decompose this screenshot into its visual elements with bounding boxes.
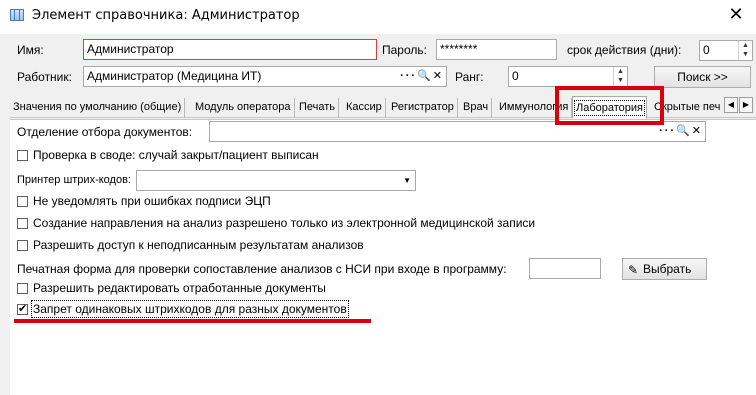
validity-stepper[interactable]: 0 ▲ ▼	[699, 40, 753, 61]
allow-unsigned-checkbox[interactable]	[17, 240, 28, 251]
no-notify-ecp-label: Не уведомлять при ошибках подписи ЭЦП	[33, 194, 271, 208]
tab-registrar[interactable]: Регистратор	[388, 98, 458, 118]
highlight-box	[555, 86, 664, 125]
no-notify-ecp-checkbox[interactable]	[17, 196, 28, 207]
rank-spin[interactable]: ▲ ▼	[613, 67, 627, 86]
tab-cashier[interactable]: Кассир	[343, 98, 386, 118]
title-bar: Элемент справочника: Администратор ✕	[0, 0, 756, 34]
worker-label: Работник:	[17, 70, 72, 84]
table-icon	[10, 9, 24, 21]
window-title: Элемент справочника: Администратор	[32, 8, 300, 23]
tab-scroll-right-icon[interactable]: ▶	[739, 97, 753, 113]
worker-field[interactable]: Администратор (Медицина ИТ) ···🔍✕	[83, 66, 447, 87]
validity-value: 0	[703, 43, 710, 57]
rank-value: 0	[512, 69, 519, 83]
validity-spin[interactable]: ▲ ▼	[738, 41, 752, 60]
printer-select[interactable]: ▼	[136, 170, 416, 191]
worker-lookup-icons[interactable]: ···🔍✕	[400, 69, 444, 85]
dept-lookup-icons[interactable]: ···🔍✕	[659, 124, 703, 140]
tab-defaults[interactable]: Значения по умолчанию (общие)	[10, 98, 186, 118]
chevron-down-icon[interactable]: ▼	[403, 176, 411, 185]
tab-doctor[interactable]: Врач	[460, 98, 493, 118]
dept-label: Отделение отбора документов:	[17, 125, 193, 139]
forbid-same-barcodes-label: Запрет одинаковых штрихкодов для разных …	[31, 300, 349, 318]
print-form-label: Печатная форма для проверки сопоставлени…	[17, 262, 507, 276]
create-direction-checkbox[interactable]	[17, 218, 28, 229]
name-field[interactable]: Администратор	[83, 39, 377, 60]
edit-icon: ✎	[628, 263, 639, 277]
password-field[interactable]: ********	[436, 39, 557, 60]
rank-stepper[interactable]: 0 ▲ ▼	[508, 66, 628, 87]
print-form-field[interactable]	[529, 258, 601, 279]
allow-edit-label: Разрешить редактировать отработанные док…	[33, 281, 326, 295]
name-label: Имя:	[17, 43, 44, 57]
printer-label: Принтер штрих-кодов:	[17, 174, 131, 186]
spin-up-icon[interactable]: ▲	[739, 41, 752, 50]
allow-edit-checkbox[interactable]	[17, 283, 28, 294]
worker-value: Администратор (Медицина ИТ)	[87, 69, 262, 83]
allow-unsigned-label: Разрешить доступ к неподписанным результ…	[33, 238, 364, 252]
highlight-underline	[14, 319, 371, 323]
create-direction-label: Создание направления на анализ разрешено…	[33, 216, 536, 230]
tab-print[interactable]: Печать	[296, 98, 340, 118]
choose-button[interactable]: ✎ Выбрать	[622, 258, 707, 280]
tab-operator-module[interactable]: Модуль оператора	[192, 98, 295, 118]
validity-label: срок действия (дни):	[567, 43, 682, 57]
forbid-same-barcodes-checkbox[interactable]	[17, 302, 28, 315]
spin-down-icon[interactable]: ▼	[614, 76, 627, 85]
spin-up-icon[interactable]: ▲	[614, 67, 627, 76]
check-summary-label: Проверка в своде: случай закрыт/пациент …	[33, 148, 319, 162]
choose-button-label: Выбрать	[643, 262, 692, 276]
check-summary-checkbox[interactable]	[17, 150, 28, 161]
rank-label: Ранг:	[455, 70, 484, 84]
password-label: Пароль:	[382, 43, 427, 57]
close-icon[interactable]: ✕	[726, 4, 746, 26]
spin-down-icon[interactable]: ▼	[739, 50, 752, 59]
tab-scroll-left-icon[interactable]: ◀	[724, 97, 738, 113]
search-button[interactable]: Поиск >>	[654, 66, 751, 88]
